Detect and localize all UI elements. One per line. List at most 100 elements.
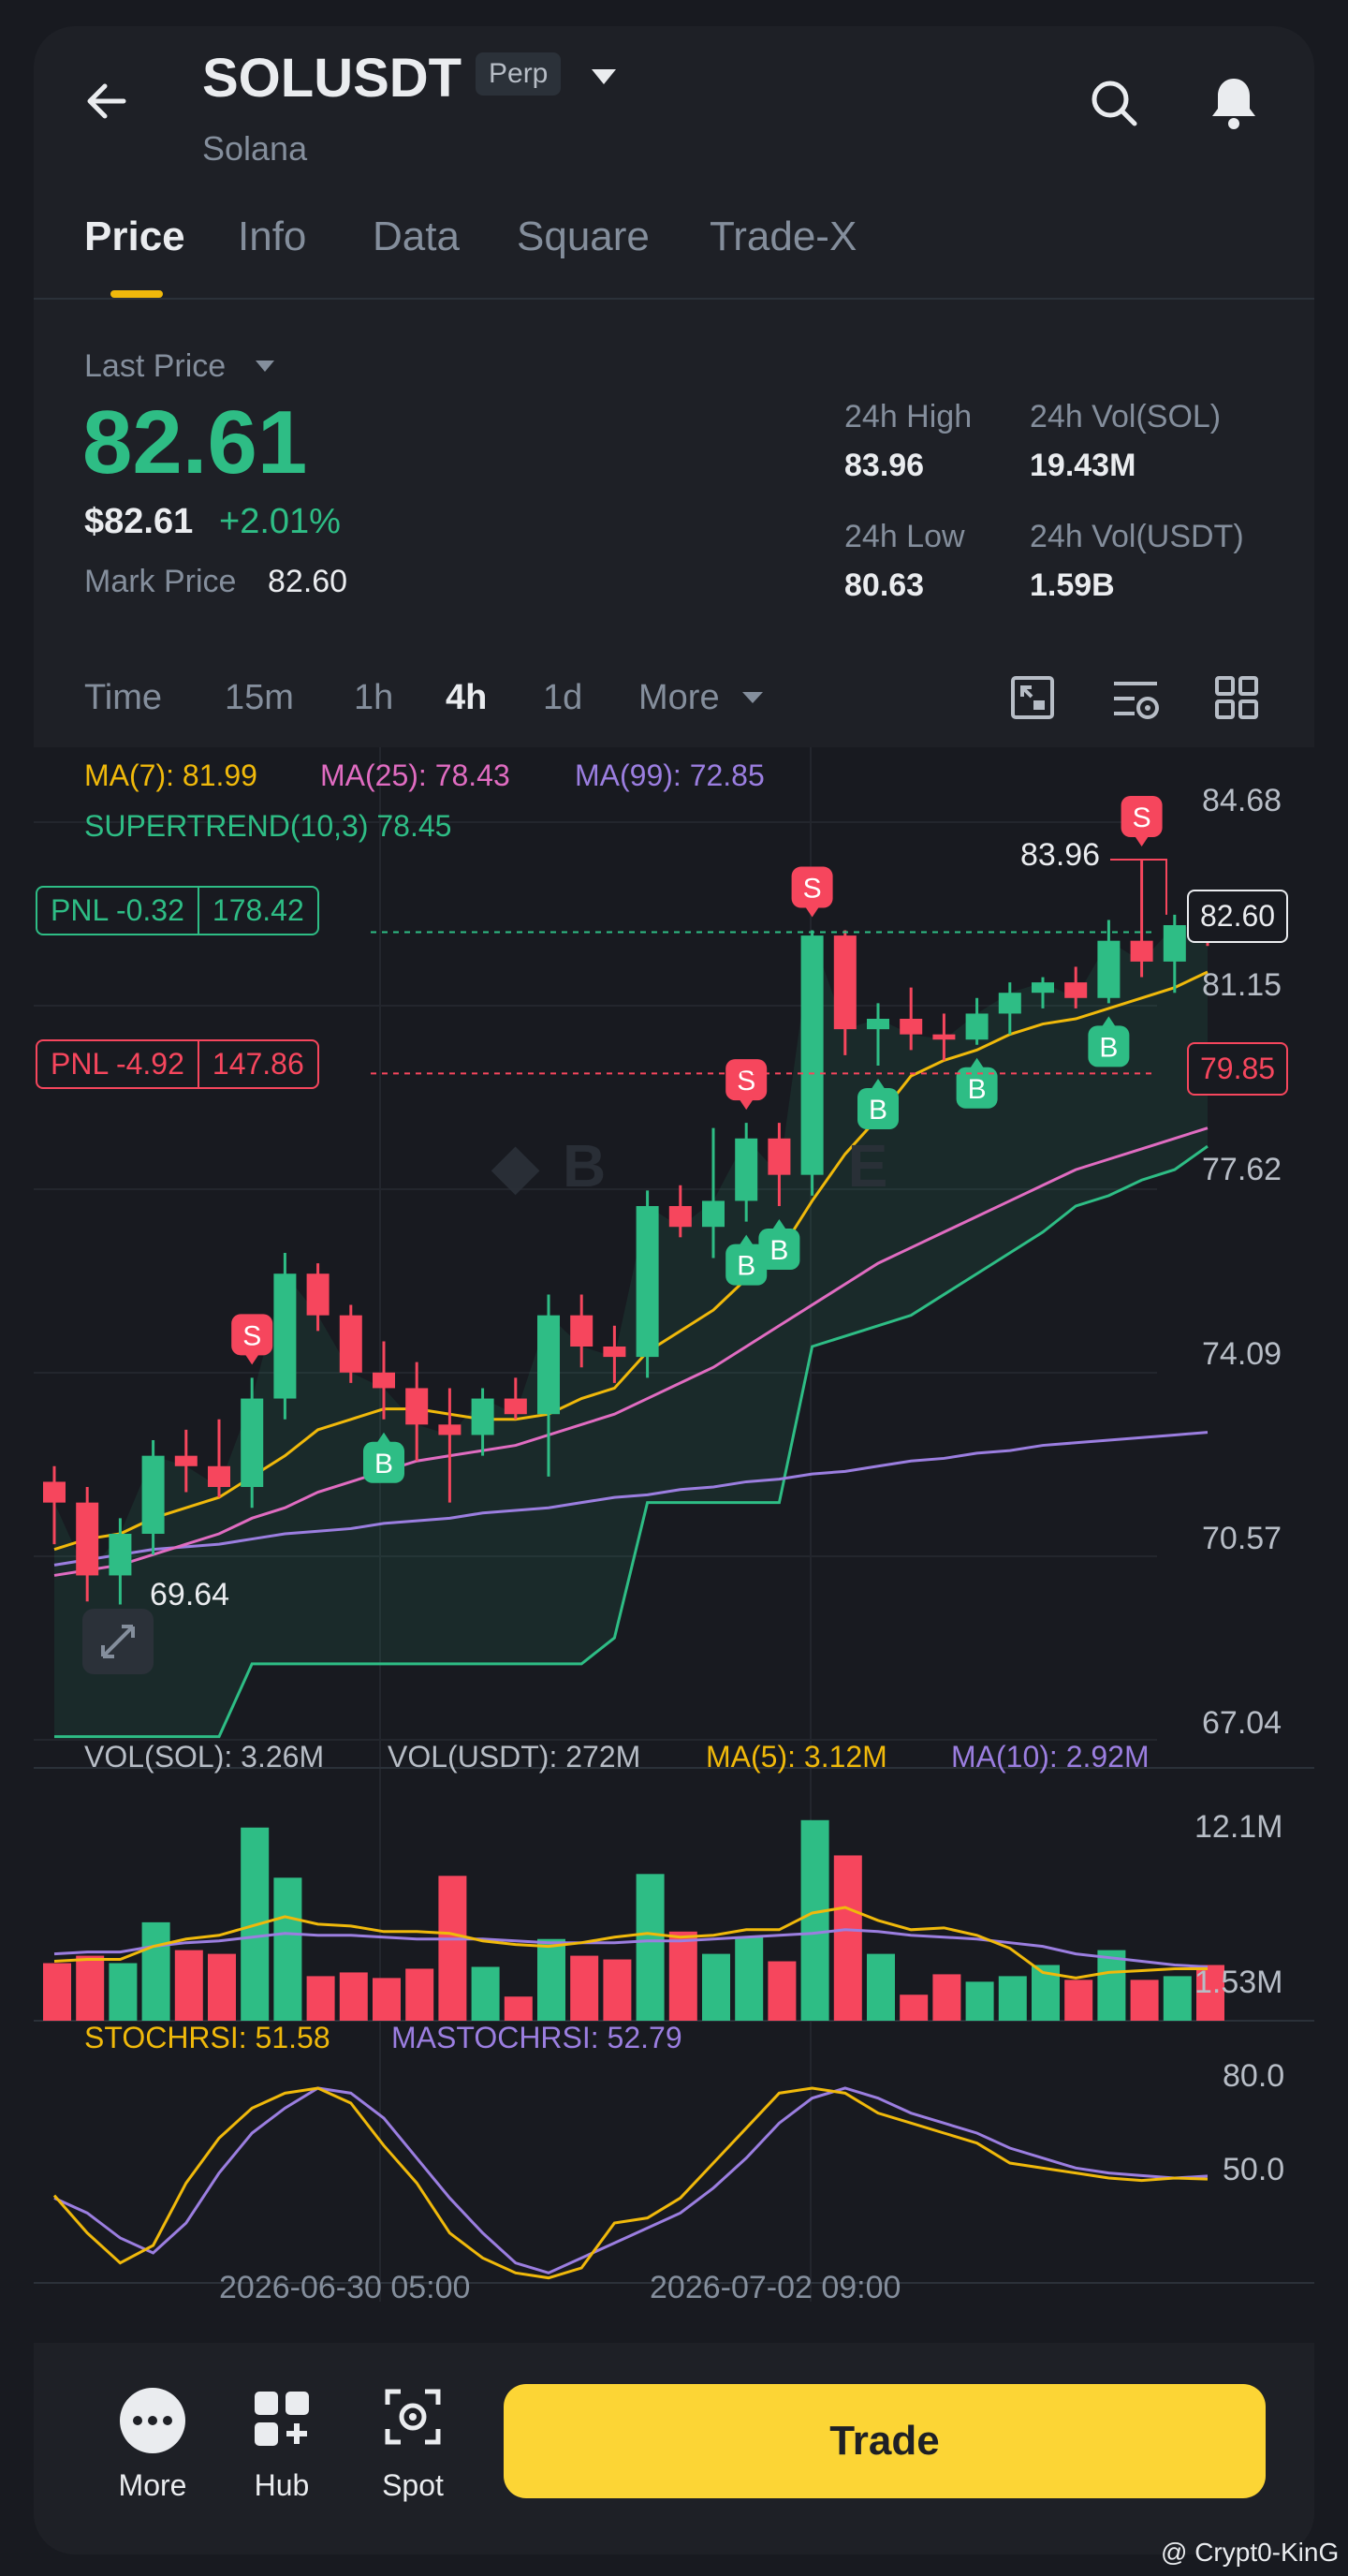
bell-icon[interactable] xyxy=(1208,75,1260,136)
trade-button[interactable]: Trade xyxy=(504,2384,1266,2498)
low-marker-label: 69.64 xyxy=(150,1577,230,1612)
vol-sol-label: VOL(SOL): 3.26M xyxy=(84,1740,325,1774)
search-icon[interactable] xyxy=(1088,77,1140,134)
pnl-short-value: 147.86 xyxy=(197,1041,317,1087)
volume-bar xyxy=(570,1955,599,2021)
nav-more-label[interactable]: More xyxy=(101,2468,204,2503)
price-change: +2.01% xyxy=(219,502,341,541)
last-price-dropdown-icon[interactable] xyxy=(255,360,275,377)
tf-15m[interactable]: 15m xyxy=(225,678,294,718)
signal-letter: S xyxy=(242,1320,261,1351)
y-axis-label: 74.09 xyxy=(1202,1336,1282,1372)
volume-bar xyxy=(900,1995,929,2021)
candle-body xyxy=(273,1273,297,1399)
candle-body xyxy=(339,1315,362,1373)
mastochrsi-label: MASTOCHRSI: 52.79 xyxy=(391,2021,682,2054)
supertrend-label: SUPERTREND(10,3) 78.45 xyxy=(84,809,452,843)
symbol-name: Solana xyxy=(202,129,308,168)
volume-bar xyxy=(1064,1980,1093,2021)
candle-body xyxy=(1064,982,1088,998)
pnl-short-position[interactable]: PNL -4.92 147.86 xyxy=(36,1039,319,1089)
price-chart[interactable]: SBSBBSBBBS xyxy=(34,747,1314,2358)
volume-bar xyxy=(603,1959,632,2021)
chart-indicator-settings-icon[interactable] xyxy=(1110,674,1163,726)
y-axis-label: 77.62 xyxy=(1202,1152,1282,1187)
candle-body xyxy=(537,1315,560,1415)
watermark-text: @ Crypt0-KinG xyxy=(1161,2538,1340,2567)
ma99-label: MA(99): 72.85 xyxy=(575,758,765,792)
volume-bar xyxy=(800,1819,829,2021)
expand-chart-icon[interactable] xyxy=(82,1609,154,1674)
tab-trade-x[interactable]: Trade-X xyxy=(710,213,857,260)
ma7-label: MA(7): 81.99 xyxy=(84,758,257,792)
volume-bar xyxy=(965,1981,994,2021)
vol-axis-label: 12.1M xyxy=(1194,1809,1283,1845)
high-value: 83.96 xyxy=(844,448,925,483)
nav-hub-label[interactable]: Hub xyxy=(230,2468,333,2503)
candle-body xyxy=(405,1388,429,1425)
candle-body xyxy=(1163,925,1186,962)
rsi-axis-label: 80.0 xyxy=(1223,2058,1285,2094)
tf-time[interactable]: Time xyxy=(84,678,162,718)
candle-body xyxy=(504,1398,527,1415)
stochrsi-label: STOCHRSI: 51.58 xyxy=(84,2021,330,2054)
tf-more[interactable]: More xyxy=(638,678,720,718)
candle-body xyxy=(141,1455,165,1534)
signal-letter: S xyxy=(1133,802,1151,833)
volume-bar xyxy=(306,1976,335,2021)
candle-body xyxy=(900,1019,923,1035)
signal-letter: B xyxy=(737,1251,755,1282)
candle-body xyxy=(867,1019,889,1030)
signal-letter: B xyxy=(769,1235,788,1266)
tab-divider xyxy=(34,298,1314,300)
vol-ma5-label: MA(5): 3.12M xyxy=(706,1740,887,1774)
candle-body xyxy=(668,1206,692,1228)
tab-price[interactable]: Price xyxy=(84,213,185,260)
candle-body xyxy=(1032,982,1054,994)
low-label: 24h Low xyxy=(844,519,965,554)
candle-body xyxy=(471,1398,494,1435)
hub-icon[interactable] xyxy=(251,2388,313,2454)
volume-bar xyxy=(998,1976,1027,2021)
nav-spot-label[interactable]: Spot xyxy=(361,2468,464,2503)
tab-data[interactable]: Data xyxy=(373,213,460,260)
tf-4h[interactable]: 4h xyxy=(446,678,487,718)
tab-info[interactable]: Info xyxy=(238,213,306,260)
last-price-value: 82.61 xyxy=(82,392,308,493)
pnl-short-label: PNL -4.92 xyxy=(51,1047,184,1081)
signal-letter: B xyxy=(869,1095,887,1126)
symbol-dropdown-icon[interactable] xyxy=(590,67,618,91)
vol-sol-value: 19.43M xyxy=(1030,448,1136,483)
low-value: 80.63 xyxy=(844,567,925,603)
spot-icon[interactable] xyxy=(382,2386,444,2452)
more-icon[interactable] xyxy=(120,2388,185,2453)
signal-letter: B xyxy=(968,1074,987,1105)
volume-bar xyxy=(932,1974,961,2021)
tf-1h[interactable]: 1h xyxy=(354,678,393,718)
back-arrow-icon[interactable] xyxy=(84,79,129,124)
app-screen: SOLUSDT Perp Solana Price Info Data Squa… xyxy=(34,26,1314,2554)
vol-ma10-label: MA(10): 2.92M xyxy=(951,1740,1150,1774)
tf-more-dropdown-icon[interactable] xyxy=(741,691,764,709)
last-price-label[interactable]: Last Price xyxy=(84,348,226,385)
signal-letter: B xyxy=(1099,1032,1118,1063)
vol-usdt-label: 24h Vol(USDT) xyxy=(1030,519,1244,554)
volume-bar xyxy=(405,1968,434,2021)
y-axis-label: 70.57 xyxy=(1202,1521,1282,1556)
volume-bar xyxy=(867,1953,895,2021)
chart-fullscreen-icon[interactable] xyxy=(1009,674,1056,726)
chart-layout-grid-icon[interactable] xyxy=(1213,674,1260,726)
tf-1d[interactable]: 1d xyxy=(543,678,582,718)
candle-body xyxy=(1097,940,1121,998)
tab-square[interactable]: Square xyxy=(517,213,650,260)
mark-price-label: Mark Price xyxy=(84,564,237,599)
signal-letter: S xyxy=(737,1066,755,1097)
volume-bar xyxy=(43,1963,71,2021)
liquidation-price-tag: 79.85 xyxy=(1187,1042,1289,1096)
pnl-long-position[interactable]: PNL -0.32 178.42 xyxy=(36,886,319,935)
vol-sol-label: 24h Vol(SOL) xyxy=(1030,399,1222,434)
candle-body xyxy=(998,993,1021,1014)
symbol-title[interactable]: SOLUSDT xyxy=(202,47,462,110)
candle-body xyxy=(306,1273,330,1316)
volume-bar xyxy=(208,1953,236,2021)
